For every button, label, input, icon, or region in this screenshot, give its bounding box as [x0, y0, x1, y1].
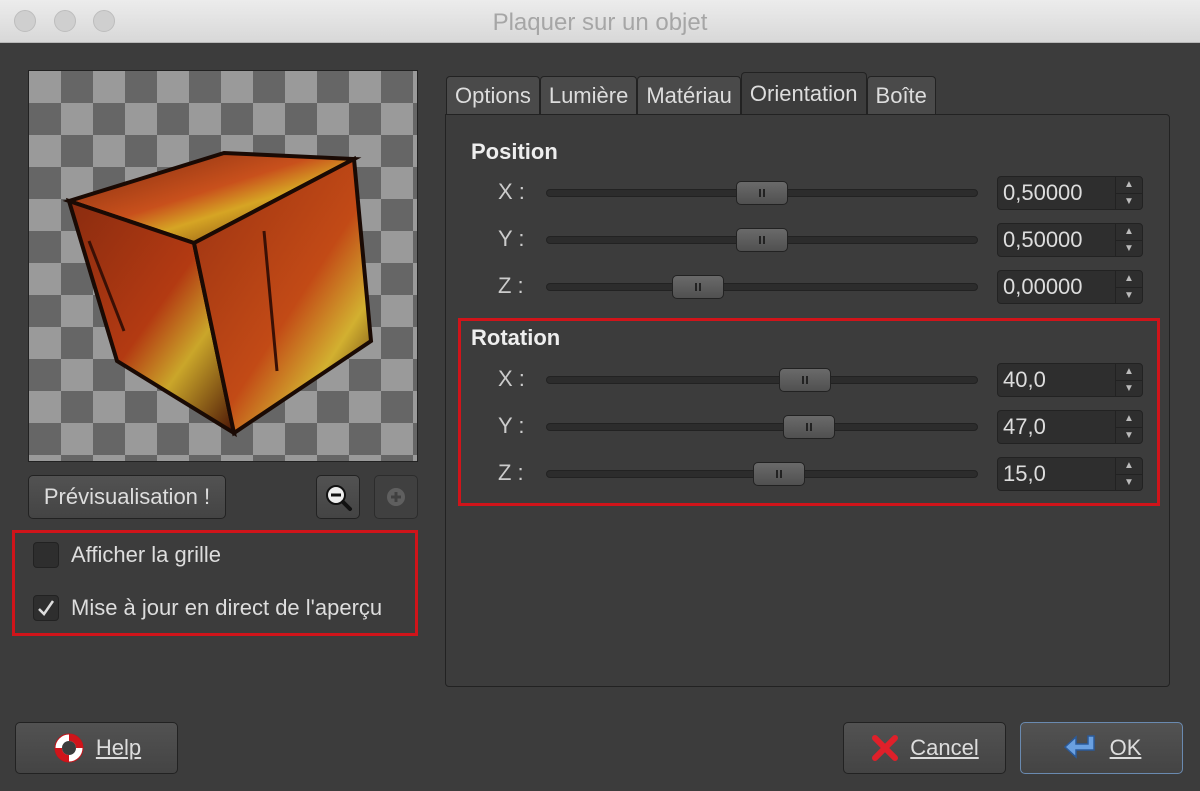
return-arrow-icon — [1063, 735, 1095, 759]
position-z-decrement[interactable]: ▼ — [1116, 288, 1142, 304]
position-z-increment[interactable]: ▲ — [1116, 271, 1142, 288]
tab-options[interactable]: Options — [446, 76, 540, 114]
tab-boite[interactable]: Boîte — [866, 76, 936, 114]
live-preview-label: Mise à jour en direct de l'aperçu — [71, 595, 383, 620]
position-x-input[interactable] — [998, 177, 1115, 209]
position-y-label: Y : — [498, 226, 525, 251]
tab-bar: Options Lumière Matériau Orientation Boî… — [446, 72, 936, 114]
position-z-label: Z : — [498, 273, 524, 298]
position-x-spinbox[interactable]: ▲▼ — [997, 176, 1143, 210]
tab-orientation[interactable]: Orientation — [740, 72, 867, 114]
window-title: Plaquer sur un objet — [492, 9, 708, 36]
position-x-label: X : — [498, 179, 525, 204]
show-grid-checkbox-row[interactable]: Afficher la grille — [33, 540, 221, 570]
tab-lumiere[interactable]: Lumière — [539, 76, 638, 114]
position-y-increment[interactable]: ▲ — [1116, 224, 1142, 241]
position-y-slider[interactable] — [546, 228, 978, 252]
preview-button[interactable]: Prévisualisation ! — [28, 475, 226, 519]
cube-preview-image — [62, 150, 374, 438]
live-preview-checkbox[interactable] — [33, 595, 59, 621]
show-grid-label: Afficher la grille — [71, 542, 221, 567]
live-preview-checkbox-row[interactable]: Mise à jour en direct de l'aperçu — [33, 593, 382, 623]
lifebuoy-icon — [54, 733, 84, 763]
preview-canvas — [28, 70, 418, 462]
title-bar: Plaquer sur un objet — [0, 0, 1200, 43]
position-section-title: Position — [471, 139, 558, 164]
position-x-slider[interactable] — [546, 181, 978, 205]
tab-materiau[interactable]: Matériau — [637, 76, 741, 114]
cancel-button[interactable]: Cancel — [843, 722, 1006, 774]
help-button[interactable]: Help — [15, 722, 178, 774]
position-y-slider-handle[interactable] — [736, 228, 788, 252]
zoom-in-button[interactable] — [374, 475, 418, 519]
rotation-highlight — [458, 318, 1160, 506]
position-z-input[interactable] — [998, 271, 1115, 303]
position-z-slider[interactable] — [546, 275, 978, 299]
cancel-x-icon — [872, 735, 899, 761]
position-x-slider-handle[interactable] — [736, 181, 788, 205]
preview-options-highlight: Afficher la grille Mise à jour en direct… — [12, 530, 418, 636]
show-grid-checkbox[interactable] — [33, 542, 59, 568]
zoom-out-button[interactable] — [316, 475, 360, 519]
position-x-decrement[interactable]: ▼ — [1116, 194, 1142, 210]
position-x-increment[interactable]: ▲ — [1116, 177, 1142, 194]
position-z-spinbox[interactable]: ▲▼ — [997, 270, 1143, 304]
dialog-window: Plaquer sur un objet Prévisualisation ! … — [0, 0, 1200, 791]
zoom-in-icon — [387, 488, 405, 506]
position-y-decrement[interactable]: ▼ — [1116, 241, 1142, 257]
ok-button[interactable]: OK — [1020, 722, 1183, 774]
position-y-input[interactable] — [998, 224, 1115, 256]
position-y-spinbox[interactable]: ▲▼ — [997, 223, 1143, 257]
position-z-slider-handle[interactable] — [671, 275, 724, 299]
zoom-out-icon — [326, 485, 352, 511]
checkmark-icon — [38, 600, 55, 616]
